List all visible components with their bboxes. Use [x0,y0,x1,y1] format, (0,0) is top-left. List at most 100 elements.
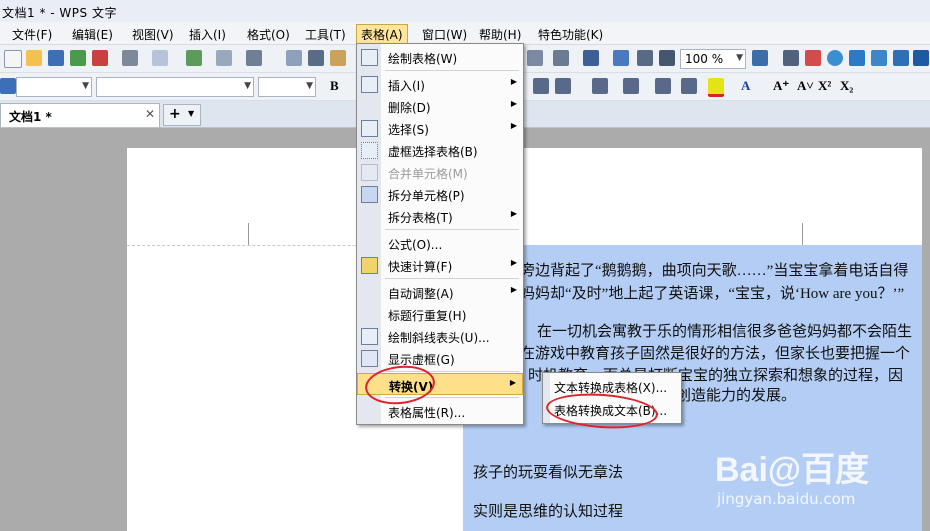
menu-item-delete[interactable]: 删除(D) ▶ [357,95,523,117]
columns-icon[interactable] [527,50,543,66]
zoom-page-icon[interactable] [659,50,675,66]
menu-item-label: 合并单元格(M) [388,167,468,181]
find-icon[interactable] [783,50,799,66]
new-tab-button[interactable]: + ▼ [163,104,201,126]
mail-icon[interactable] [913,50,929,66]
menu-item-table-properties[interactable]: 表格属性(R)... [357,400,523,422]
menu-window[interactable]: 窗口(W) [418,25,471,44]
increase-indent-icon[interactable] [681,78,697,94]
font-size-select[interactable]: ▼ [258,77,316,97]
numbering-icon[interactable] [592,78,608,94]
font-color-icon[interactable]: A [741,78,750,94]
menu-item-dotted-select[interactable]: 虚框选择表格(B) [357,139,523,161]
cut-icon[interactable] [308,50,324,66]
zoom-value: 100 % [685,52,724,66]
print-icon[interactable] [122,50,138,66]
select-objects-icon[interactable] [752,50,768,66]
menu-edit[interactable]: 编辑(E) [68,25,117,44]
lines-icon[interactable] [553,50,569,66]
menu-item-label: 插入(I) [388,79,425,93]
decrease-indent-icon[interactable] [655,78,671,94]
menu-item-quick-calc[interactable]: 快速计算(F) ▶ [357,254,523,276]
insert-table-icon [361,76,378,93]
shield-icon[interactable] [893,50,909,66]
chart-bars-icon[interactable] [583,50,599,66]
spell-check-icon[interactable] [805,50,821,66]
menu-item-select[interactable]: 选择(S) ▶ [357,117,523,139]
menu-separator [385,278,519,279]
open-folder-icon[interactable] [26,50,42,66]
submenu-arrow-icon: ▶ [510,285,517,294]
menu-special[interactable]: 特色功能(K) [534,25,607,44]
menu-item-insert[interactable]: 插入(I) ▶ [357,73,523,95]
menu-item-show-gridlines[interactable]: 显示虚框(G) [357,347,523,369]
split-cells-icon [361,186,378,203]
menu-table[interactable]: 表格(A) [356,24,408,45]
shirt-icon[interactable] [871,50,887,66]
pdf-icon[interactable] [92,50,108,66]
grow-font-icon[interactable]: A⁺ [773,78,789,94]
menu-item-formula[interactable]: 公式(O)... [357,232,523,254]
superscript-icon[interactable]: X² [818,78,831,94]
menu-item-label: 快速计算(F) [388,260,453,274]
menu-tools[interactable]: 工具(T) [301,25,350,44]
plus-icon: + [169,106,181,122]
menu-help[interactable]: 帮助(H) [475,25,525,44]
quick-calc-icon [361,257,378,274]
submenu-arrow-icon: ▶ [509,378,516,387]
submenu-arrow-icon: ▶ [510,209,517,218]
merge-cells-icon [361,164,378,181]
menu-insert[interactable]: 插入(I) [185,25,230,44]
style-select[interactable]: ▼ [16,77,92,97]
paragraph-mark-icon[interactable] [637,50,653,66]
diagonal-header-icon [361,328,378,345]
highlight-icon[interactable] [708,78,724,97]
chevron-down-icon: ▼ [736,53,743,63]
menu-item-label: 标题行重复(H) [388,309,467,323]
print-preview-icon[interactable] [152,50,168,66]
document-line: 在一切机会寓教于乐的情形相信很多爸爸妈妈都不会陌生 [537,324,913,340]
bullets-icon[interactable] [623,78,639,94]
new-document-icon[interactable] [4,50,22,68]
insert-object-icon[interactable] [186,50,202,66]
window-title: 文档1 * - WPS 文字 [2,6,117,20]
menu-item-merge-cells: 合并单元格(M) [357,161,523,183]
tab-document-1[interactable]: 文档1 * ✕ [0,103,160,127]
menu-item-autofit[interactable]: 自动调整(A) ▶ [357,281,523,303]
menu-item-diagonal-header[interactable]: 绘制斜线表头(U)... [357,325,523,347]
menu-item-label: 绘制斜线表头(U)... [388,331,490,345]
style-icon[interactable] [0,78,16,94]
menu-item-label: 拆分表格(T) [388,211,453,225]
menu-item-split-table[interactable]: 拆分表格(T) ▶ [357,205,523,227]
subscript-icon[interactable]: X₂ [840,78,853,94]
menu-file[interactable]: 文件(F) [8,25,56,44]
line-spacing-icon[interactable] [555,78,571,94]
save-icon[interactable] [48,50,64,66]
menu-item-repeat-header[interactable]: 标题行重复(H) [357,303,523,325]
close-icon[interactable]: ✕ [145,107,155,121]
menu-view[interactable]: 视图(V) [128,25,178,44]
chevron-down-icon: ▼ [82,81,89,91]
font-select[interactable]: ▼ [96,77,254,97]
chevron-down-icon: ▼ [306,81,313,91]
paste-icon[interactable] [330,50,346,66]
align-justify-icon[interactable] [533,78,549,94]
template-icon[interactable] [849,50,865,66]
menu-item-split-cells[interactable]: 拆分单元格(P) [357,183,523,205]
zoom-select[interactable]: 100 % ▼ [680,49,746,69]
menu-separator [385,229,519,230]
bold-icon[interactable]: B [330,78,339,94]
submenu-arrow-icon: ▶ [510,121,517,130]
menu-format[interactable]: 格式(O) [243,25,294,44]
online-icon[interactable] [827,50,843,66]
format-painter-icon[interactable] [216,50,232,66]
submenu-arrow-icon: ▶ [510,77,517,86]
traditional-chinese-icon[interactable] [246,50,262,66]
copy-icon[interactable] [286,50,302,66]
export-icon[interactable] [70,50,86,66]
menu-item-label: 文本转换成表格(X)... [554,381,668,395]
document-map-icon[interactable] [613,50,629,66]
menu-item-draw-table[interactable]: 绘制表格(W) [357,46,523,68]
shrink-font-icon[interactable]: A˅ [797,78,814,94]
menu-item-text-to-table[interactable]: 文本转换成表格(X)... [551,375,679,397]
